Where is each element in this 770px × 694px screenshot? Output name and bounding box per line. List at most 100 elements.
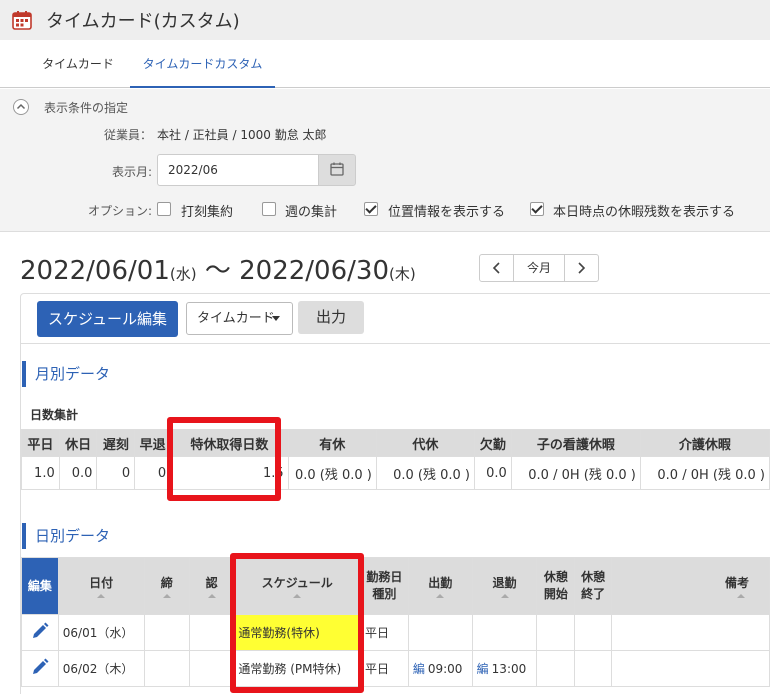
col-break-end-label-1: 休憩 [581,570,606,584]
highlight-special-leave-column [167,417,281,501]
col-note-label: 備考 [724,575,749,590]
edit-row-button[interactable] [21,650,59,687]
col-clock-in[interactable]: 出勤 [407,557,473,615]
calendar-icon [12,10,32,30]
chevron-up-icon[interactable] [13,99,29,115]
row-clock-out: 編 13:00 [471,650,538,687]
highlight-schedule-column [230,553,364,693]
monthly-value-row: 1.0 0.0 0 0 1.5 0.0 (残 0.0 ) 0.0 (残 0.0 … [21,456,770,490]
sort-icon [500,593,509,598]
clock-in-time: 09:00 [427,662,463,676]
schedule-edit-button[interactable]: スケジュール編集 [37,301,178,337]
val-nursing-leave: 0.0 / 0H (残 0.0 ) [639,456,770,490]
option-punch-aggregate-checkbox[interactable] [157,202,171,216]
col-close[interactable]: 締 [143,557,190,615]
row-daytype: 平日 [360,650,409,687]
pencil-icon [32,658,49,674]
col-clock-out[interactable]: 退勤 [471,557,538,615]
app-title: タイムカード(カスタム) [46,11,240,32]
col-break-start[interactable]: 休憩 開始 [536,557,576,615]
title-bar: タイムカード(カスタム) [0,0,770,40]
month-label: 表示月: [111,165,152,179]
col-late: 遅刻 [96,429,136,457]
val-late: 0 [96,456,136,490]
caret-down-icon [272,316,280,321]
col-nursing-leave: 介護休暇 [639,429,770,457]
edited-badge: 編 [476,662,489,676]
option-show-leave-balance-label: 本日時点の休暇残数を表示する [553,205,736,220]
col-holiday: 休日 [58,429,98,457]
sort-icon [207,593,216,598]
val-weekday: 1.0 [21,456,60,490]
row-break-end [574,614,613,651]
day-summary-title: 日数集計 [30,408,79,422]
calendar-icon [330,162,344,176]
view-select[interactable]: タイムカード [186,302,293,335]
col-edit: 編集 [21,557,59,615]
col-note[interactable]: 備考 [611,557,770,615]
sort-icon [97,593,106,598]
toolbar-divider [20,343,770,344]
sort-icon [436,593,445,598]
month-navigator: 今月 [479,254,599,282]
val-early: 0 [134,456,172,490]
row-date: 06/01（水） [57,614,145,651]
col-weekday: 平日 [21,429,60,457]
output-button[interactable]: 出力 [298,301,364,334]
pencil-icon [32,622,49,638]
daily-header-row: 編集 日付 締 認 スケジュール 勤務日 種別 出勤 退勤 休憩 開始 休憩 終了 備… [21,557,770,615]
col-clock-in-label: 出勤 [428,575,453,590]
edit-row-button[interactable] [21,614,59,651]
col-daytype-label-1: 勤務日 [366,570,403,584]
monthly-table: 平日 休日 遅刻 早退 特休取得日数 有休 代休 欠勤 子の看護休暇 介護休暇 … [21,429,770,490]
val-child-care-leave: 0.0 / 0H (残 0.0 ) [510,456,641,490]
col-paid-leave: 有休 [287,429,377,457]
this-month-button[interactable]: 今月 [513,255,565,281]
table-row: 06/01（水） 通常勤務(特休) 平日 [21,614,770,651]
row-note [611,650,770,687]
col-close-label: 締 [160,575,173,590]
option-punch-aggregate-label: 打刻集約 [181,205,234,220]
table-row: 06/02（木） 通常勤務 (PM特休) 平日 編 09:00 編 13:00 [21,650,770,687]
val-comp-leave: 0.0 (残 0.0 ) [375,456,475,490]
col-early: 早退 [134,429,172,457]
option-weekly-total-checkbox[interactable] [262,202,276,216]
row-break-start [536,650,576,687]
clock-out-time: 13:00 [491,662,527,676]
row-break-start [536,614,576,651]
row-close [143,650,190,687]
col-break-start-label-2: 開始 [543,587,568,601]
month-picker-button[interactable] [318,154,356,186]
row-close [143,614,190,651]
range-end-weekday: (木) [388,265,416,283]
edited-badge: 編 [412,662,425,676]
sort-icon [737,593,745,598]
month-input[interactable]: 2022/06 [157,154,319,186]
sort-icon [162,593,171,598]
row-clock-in: 編 09:00 [407,650,473,687]
option-show-location-checkbox[interactable] [364,202,378,216]
chevron-right-icon[interactable] [565,255,598,281]
col-child-care-leave: 子の看護休暇 [510,429,641,457]
monthly-header-row: 平日 休日 遅刻 早退 特休取得日数 有休 代休 欠勤 子の看護休暇 介護休暇 [21,429,770,457]
row-clock-out [471,614,538,651]
tab-timecard[interactable]: タイムカード [18,40,138,88]
chevron-left-icon[interactable] [480,255,513,281]
val-holiday: 0.0 [58,456,98,490]
tab-bar: タイムカード タイムカードカスタム [0,40,770,88]
col-clock-out-label: 退勤 [492,575,517,590]
col-break-end[interactable]: 休憩 終了 [574,557,613,615]
row-daytype: 平日 [360,614,409,651]
option-show-leave-balance-checkbox[interactable] [530,202,544,216]
range-end: 2022/06/30 [239,256,389,286]
option-weekly-total-label: 週の集計 [285,205,338,220]
row-note [611,614,770,651]
daily-section-title: 日別データ [22,523,110,549]
col-approve[interactable]: 認 [188,557,235,615]
tab-timecard-custom[interactable]: タイムカードカスタム [130,40,275,88]
col-daytype[interactable]: 勤務日 種別 [360,557,409,615]
col-daytype-label-2: 種別 [372,587,397,601]
row-clock-in [407,614,473,651]
col-date[interactable]: 日付 [57,557,145,615]
row-approve [188,614,235,651]
